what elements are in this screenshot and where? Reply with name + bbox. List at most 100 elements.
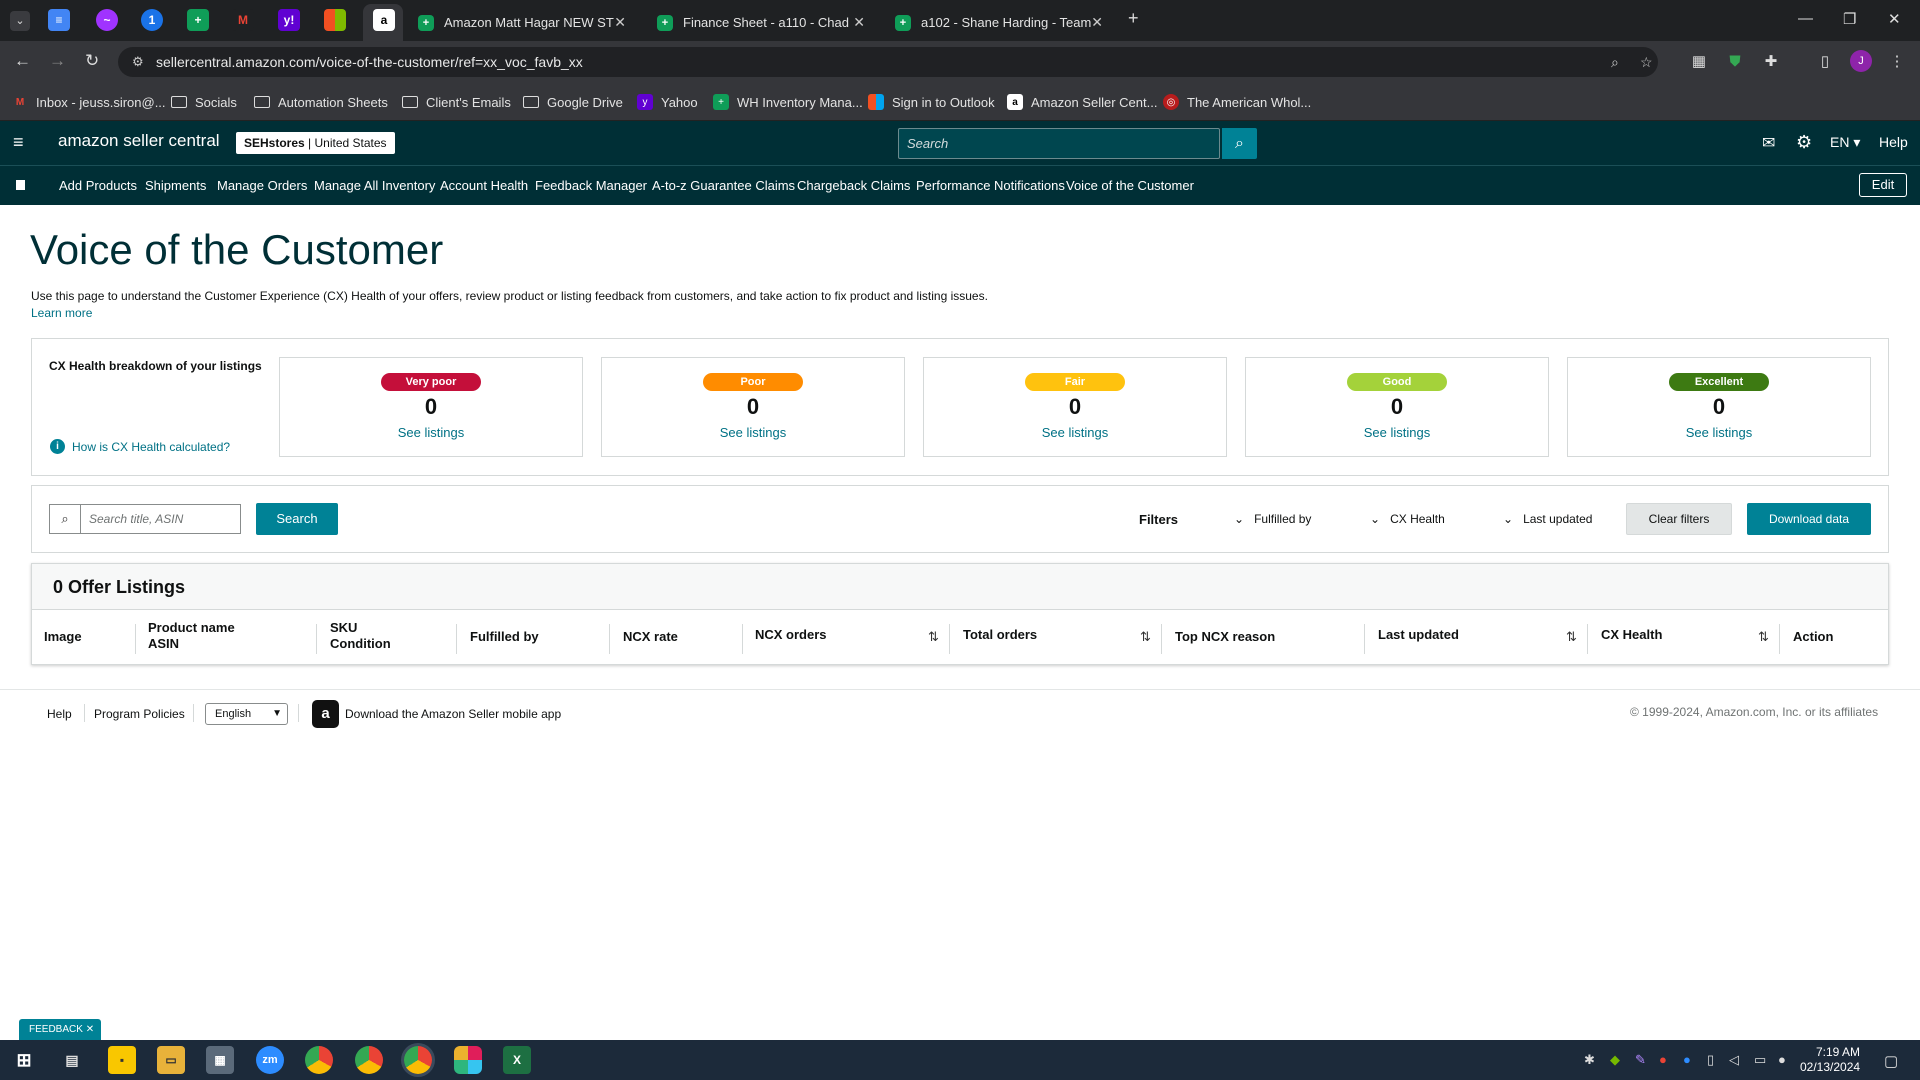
mail-icon[interactable]: ✉ [1762, 133, 1775, 153]
forward-icon[interactable]: → [49, 51, 66, 71]
download-data-button[interactable]: Download data [1747, 503, 1871, 535]
nav-shipments[interactable]: Shipments [145, 178, 206, 193]
help-link[interactable]: Help [1879, 134, 1908, 150]
file-explorer-icon[interactable]: ▭ [157, 1046, 185, 1074]
header-search-input[interactable]: Search [898, 128, 1220, 159]
fulfilled-by-filter[interactable]: ⌄ Fulfilled by [1234, 512, 1311, 526]
microphone-icon[interactable]: ● [1778, 1052, 1786, 1067]
nav-feedback-manager[interactable]: Feedback Manager [535, 178, 647, 193]
fair-see-listings[interactable]: See listings [924, 425, 1226, 440]
col-product-name[interactable]: Product name ASIN [148, 620, 235, 652]
volume-icon[interactable]: ◁ [1729, 1052, 1739, 1068]
task-view-icon[interactable]: ▤ [58, 1046, 86, 1074]
bookmark-amazon-seller[interactable]: a Amazon Seller Cent... [1007, 92, 1157, 112]
amazon-seller-central-logo[interactable]: amazon seller central [58, 131, 220, 151]
yahoo-tab-icon[interactable]: y! [278, 9, 300, 31]
sticky-notes-icon[interactable]: ▪ [108, 1046, 136, 1074]
clear-filters-button[interactable]: Clear filters [1626, 503, 1732, 535]
chrome-icon[interactable] [305, 1046, 333, 1074]
col-total-orders[interactable]: Total orders [963, 627, 1037, 643]
reload-icon[interactable]: ↻ [85, 51, 99, 71]
sort-icon[interactable]: ⇅ [928, 629, 939, 645]
bookmark-clients-emails[interactable]: Client's Emails [402, 92, 511, 112]
col-sku[interactable]: SKU Condition [330, 620, 391, 652]
chrome-active-icon[interactable] [404, 1046, 432, 1074]
gmail-tab-icon[interactable]: M [232, 9, 254, 31]
extensions-puzzle-icon[interactable]: ✚ [1760, 50, 1782, 72]
how-cx-calculated-link[interactable]: i How is CX Health calculated? [50, 439, 230, 454]
notification-icon[interactable]: ▢ [1884, 1052, 1898, 1070]
sort-icon[interactable]: ⇅ [1140, 629, 1151, 645]
tab-search-button[interactable]: ⌄ [10, 11, 30, 31]
windows-start-icon[interactable]: ⊞ [10, 1046, 38, 1074]
tab-amazon-matt-hagar[interactable]: + Amazon Matt Hagar NEW STORE ✕ [406, 4, 636, 41]
tab-amazon-active[interactable]: a [363, 4, 403, 41]
poor-see-listings[interactable]: See listings [602, 425, 904, 440]
tray-pen-icon[interactable]: ✎ [1635, 1052, 1646, 1068]
tab-a102-shane[interactable]: + a102 - Shane Harding - Team sh ✕ [883, 4, 1113, 41]
taskbar-clock[interactable]: 7:19 AM 02/13/2024 [1800, 1045, 1860, 1075]
nav-performance-notifications[interactable]: Performance Notifications [916, 178, 1065, 193]
amazon-seller-app-icon[interactable]: a [312, 700, 339, 728]
onepassword-tab-icon[interactable]: 1 [141, 9, 163, 31]
learn-more-link[interactable]: Learn more [31, 306, 92, 320]
nav-voice-of-customer[interactable]: Voice of the Customer [1066, 178, 1194, 193]
language-selector[interactable]: EN ▾ [1830, 134, 1860, 151]
network-icon[interactable]: ▭ [1754, 1052, 1766, 1068]
bookmark-wh-inventory[interactable]: + WH Inventory Mana... [713, 92, 863, 112]
zoom-app-icon[interactable]: zm [256, 1046, 284, 1074]
messenger-tab-icon[interactable]: ~ [96, 9, 118, 31]
nav-atoz-claims[interactable]: A-to-z Guarantee Claims [652, 178, 795, 193]
nav-add-products[interactable]: Add Products [59, 178, 137, 193]
download-app-link[interactable]: Download the Amazon Seller mobile app [345, 707, 561, 721]
browser-menu-icon[interactable]: ⋮ [1886, 50, 1908, 72]
close-icon[interactable]: ✕ [86, 1024, 94, 1035]
bookmark-automation-sheets[interactable]: Automation Sheets [254, 92, 388, 112]
program-policies-link[interactable]: Program Policies [94, 707, 185, 721]
tab-finance-sheet[interactable]: + Finance Sheet - a110 - Chad Mc ✕ [645, 4, 875, 41]
url-input[interactable]: ⚙ sellercentral.amazon.com/voice-of-the-… [118, 47, 1658, 77]
zoom-icon[interactable]: ⌕ [1611, 47, 1619, 77]
close-tab-icon[interactable]: ✕ [853, 14, 865, 31]
tray-slack-icon[interactable]: ✱ [1584, 1052, 1595, 1068]
tray-zoom-icon[interactable]: ● [1683, 1052, 1691, 1067]
calculator-icon[interactable]: ▦ [206, 1046, 234, 1074]
edit-nav-button[interactable]: Edit [1859, 173, 1907, 197]
very-poor-see-listings[interactable]: See listings [280, 425, 582, 440]
last-updated-filter[interactable]: ⌄ Last updated [1503, 512, 1592, 526]
close-tab-icon[interactable]: ✕ [1091, 14, 1103, 31]
tray-chrome-icon[interactable]: ● [1659, 1052, 1667, 1067]
minimize-icon[interactable]: — [1798, 10, 1813, 27]
col-ncx-orders[interactable]: NCX orders [755, 627, 827, 643]
shield-extension-icon[interactable]: ⛊ [1724, 50, 1746, 72]
slack-icon[interactable] [454, 1046, 482, 1074]
close-window-icon[interactable]: ✕ [1888, 10, 1901, 28]
chrome-icon[interactable] [355, 1046, 383, 1074]
header-search-button[interactable]: ⌕ [1222, 128, 1257, 159]
qr-extension-icon[interactable]: ▦ [1688, 50, 1710, 72]
bookmark-socials[interactable]: Socials [171, 92, 237, 112]
good-see-listings[interactable]: See listings [1246, 425, 1548, 440]
nav-manage-orders[interactable]: Manage Orders [217, 178, 307, 193]
settings-gear-icon[interactable]: ⚙ [1796, 132, 1812, 153]
google-sheets-tab-icon[interactable]: + [187, 9, 209, 31]
feedback-tab[interactable]: FEEDBACK ✕ [19, 1019, 101, 1040]
nav-account-health[interactable]: Account Health [440, 178, 528, 193]
new-tab-button[interactable]: + [1128, 8, 1139, 29]
google-docs-tab-icon[interactable]: ≡ [48, 9, 70, 31]
hamburger-menu-icon[interactable]: ≡ [13, 133, 24, 151]
restore-icon[interactable]: ❐ [1843, 10, 1856, 28]
excellent-see-listings[interactable]: See listings [1568, 425, 1870, 440]
nav-chargeback-claims[interactable]: Chargeback Claims [797, 178, 910, 193]
col-last-updated[interactable]: Last updated [1378, 627, 1459, 643]
footer-language-select[interactable]: English ▼ [205, 703, 288, 725]
tray-nvidia-icon[interactable]: ◆ [1610, 1052, 1620, 1068]
bookmark-inbox[interactable]: M Inbox - jeuss.siron@... [12, 92, 166, 112]
bookmark-google-drive[interactable]: Google Drive [523, 92, 623, 112]
bookmark-american-wholesale[interactable]: ◎ The American Whol... [1163, 92, 1311, 112]
side-panel-icon[interactable]: ▯ [1814, 50, 1836, 72]
close-tab-icon[interactable]: ✕ [614, 14, 626, 31]
footer-help-link[interactable]: Help [47, 707, 72, 721]
store-switcher[interactable]: SEHstores | United States [236, 132, 395, 154]
sort-icon[interactable]: ⇅ [1566, 629, 1577, 645]
